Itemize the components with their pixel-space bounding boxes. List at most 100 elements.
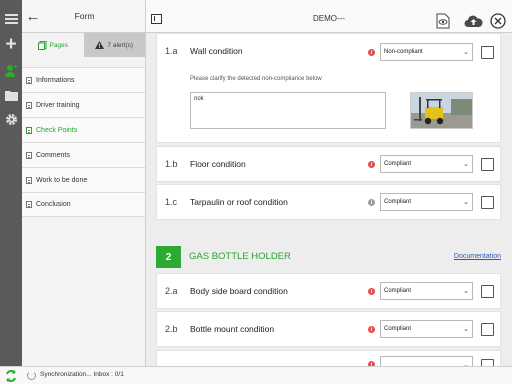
question-number: 1.c [165,197,178,207]
question-checkbox[interactable] [481,285,494,298]
info-icon[interactable]: i [368,161,375,168]
forklift-image [411,93,472,128]
status-bar: Synchronization... Inbox : 0/1 [0,366,512,384]
question-card-2b: 2.b Bottle mount condition i Compliant ⌄ [156,311,501,347]
question-label: Floor condition [190,159,246,169]
chevron-down-icon: ⌄ [463,326,469,333]
forklift-photo[interactable] [410,92,473,129]
document-title: DEMO--- [313,14,345,23]
status-select-value: Compliant [384,161,412,167]
panel-tabs: Pages 7 alert(s) [22,33,145,57]
question-label: Tarpaulin or roof condition [190,197,288,207]
sync-button[interactable] [2,367,19,384]
chevron-down-icon: ⌄ [463,199,469,206]
documentation-link[interactable]: Documentation [454,253,501,260]
sidebar-item-label: Check Points [36,126,78,134]
back-arrow-icon[interactable]: ← [22,0,44,33]
status-select-value: Compliant [384,199,412,205]
status-select-value: Non-compliant [384,49,423,55]
status-select-value: Compliant [384,326,412,332]
status-select[interactable]: Compliant ⌄ [380,320,473,338]
cloud-upload-icon [464,15,483,27]
loading-spinner-icon [27,371,36,380]
panel-title: Form [74,11,95,21]
document-icon [26,176,32,184]
info-icon[interactable]: i [368,199,375,206]
chevron-down-icon: ⌄ [463,288,469,295]
tab-alerts[interactable]: 7 alert(s) [83,33,145,57]
section-number: 2 [156,246,181,268]
status-select[interactable]: Compliant ⌄ [380,193,473,211]
status-select-value: Compliant [384,288,412,294]
question-label: Bottle mount condition [190,324,275,334]
clarify-prompt: Please clarify the detected non-complian… [190,76,322,82]
folder-icon[interactable] [0,84,22,106]
close-icon [490,13,506,29]
panel-header: ← Form [22,0,145,33]
form-content: 1.a Wall condition i Non-compliant ⌄ Plea… [146,33,512,366]
cloud-upload-button[interactable] [462,10,484,32]
form-panel: ← Form Pages 7 alert(s) Informations Dri… [22,0,146,366]
question-number: 1.a [165,46,178,56]
status-select[interactable]: Compliant ⌄ [380,282,473,300]
chevron-down-icon: ⌄ [463,49,469,56]
question-number: 2.b [165,324,178,334]
question-label: Wall condition [190,46,243,56]
sidebar-item-label: Work to be done [36,176,88,184]
close-button[interactable] [487,10,509,32]
status-select[interactable]: ⌄ [380,356,473,366]
info-icon[interactable]: i [368,49,375,56]
section-header: 2 GAS BOTTLE HOLDER Documentation [156,246,501,268]
document-icon [26,126,32,134]
sidebar-item-label: Comments [36,151,70,159]
info-icon[interactable]: i [368,288,375,295]
sidebar-item-informations[interactable]: Informations [22,67,145,92]
question-checkbox[interactable] [481,196,494,209]
sync-status-text: Synchronization... Inbox : 0/1 [40,371,124,378]
app-rail: + [0,0,22,366]
sidebar-item-conclusion[interactable]: Conclusion [22,192,145,217]
status-select[interactable]: Compliant ⌄ [380,155,473,173]
sync-icon [5,369,16,382]
sidebar-item-label: Conclusion [36,201,71,208]
tab-alerts-label: 7 alert(s) [107,41,134,49]
question-card-partial: i ⌄ [156,350,501,366]
top-bar: DEMO--- [146,0,512,33]
question-card-1b: 1.b Floor condition i Compliant ⌄ [156,146,501,182]
question-card-1a: 1.a Wall condition i Non-compliant ⌄ Plea… [156,33,501,143]
chevron-down-icon: ⌄ [463,161,469,168]
preview-button[interactable] [432,10,454,32]
question-checkbox[interactable] [481,323,494,336]
question-card-2a: 2.a Body side board condition i Complian… [156,273,501,309]
question-number: 1.b [165,159,178,169]
menu-icon[interactable] [0,8,22,30]
clarify-textarea[interactable]: nok [190,92,386,129]
status-select[interactable]: Non-compliant ⌄ [380,43,473,61]
document-icon [26,101,32,109]
document-icon [26,151,32,159]
tab-pages-label: Pages [49,41,68,49]
gear-icon[interactable] [0,108,22,130]
question-checkbox[interactable] [481,158,494,171]
question-number: 2.a [165,286,178,296]
user-icon[interactable] [0,60,22,82]
info-icon[interactable]: i [368,326,375,333]
page-list: Informations Driver training Check Point… [22,67,145,217]
sidebar-item-comments[interactable]: Comments [22,142,145,167]
question-checkbox[interactable] [481,46,494,59]
sidebar-item-check-points[interactable]: Check Points [22,117,145,142]
question-label: Body side board condition [190,286,288,296]
warning-icon [95,41,105,49]
sidebar-item-work-to-be-done[interactable]: Work to be done [22,167,145,192]
question-checkbox[interactable] [481,359,494,366]
tab-pages[interactable]: Pages [22,33,84,57]
pages-icon [37,40,47,50]
document-icon [26,201,32,208]
add-icon[interactable]: + [0,34,22,56]
eye-document-icon [436,13,450,29]
sidebar-item-label: Driver training [36,101,80,109]
document-icon [26,76,32,84]
sidebar-item-driver-training[interactable]: Driver training [22,92,145,117]
question-card-1c: 1.c Tarpaulin or roof condition i Compli… [156,184,501,220]
sidebar-item-label: Informations [36,76,75,84]
